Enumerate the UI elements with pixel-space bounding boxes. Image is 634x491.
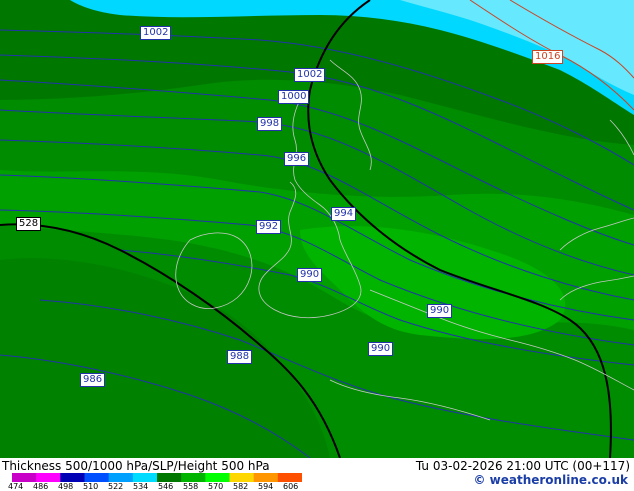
isobar-label: 990	[427, 304, 453, 318]
credit-link[interactable]: © weatheronline.co.uk	[473, 473, 628, 487]
isobar-label: 1002	[140, 26, 172, 40]
isobar-label: 1002	[294, 68, 326, 82]
color-scale-segment	[181, 473, 206, 482]
color-scale-segment	[84, 473, 110, 482]
map-datetime: Tu 03-02-2026 21:00 UTC (00+117)	[415, 459, 630, 473]
isobar-label: 994	[331, 207, 357, 221]
color-scale-segment	[36, 473, 61, 482]
isobar-label: 986	[80, 373, 106, 387]
height-contour-label: 528	[16, 217, 42, 231]
isobar-label-red: 1016	[532, 50, 564, 64]
map-footer: Thickness 500/1000 hPa/SLP/Height 500 hP…	[0, 458, 634, 491]
color-scale-segment	[132, 473, 158, 482]
isobar-label: 988	[227, 350, 253, 364]
isobar-label: 992	[256, 220, 282, 234]
color-scale-bar	[12, 473, 302, 482]
color-scale-segment	[157, 473, 182, 482]
color-scale-segment	[253, 473, 279, 482]
color-scale-segment	[60, 473, 85, 482]
isobar-label: 990	[368, 342, 394, 356]
isobar-label: 1000	[278, 90, 310, 104]
isobar-label: 996	[284, 152, 310, 166]
map-title: Thickness 500/1000 hPa/SLP/Height 500 hP…	[2, 459, 270, 473]
color-scale-segment	[12, 473, 37, 482]
color-scale-segment	[108, 473, 134, 482]
color-scale-segment	[277, 473, 302, 482]
color-scale-segment	[205, 473, 230, 482]
isobar-label: 990	[297, 268, 323, 282]
isobar-label: 998	[257, 117, 283, 131]
color-scale-segment	[229, 473, 255, 482]
